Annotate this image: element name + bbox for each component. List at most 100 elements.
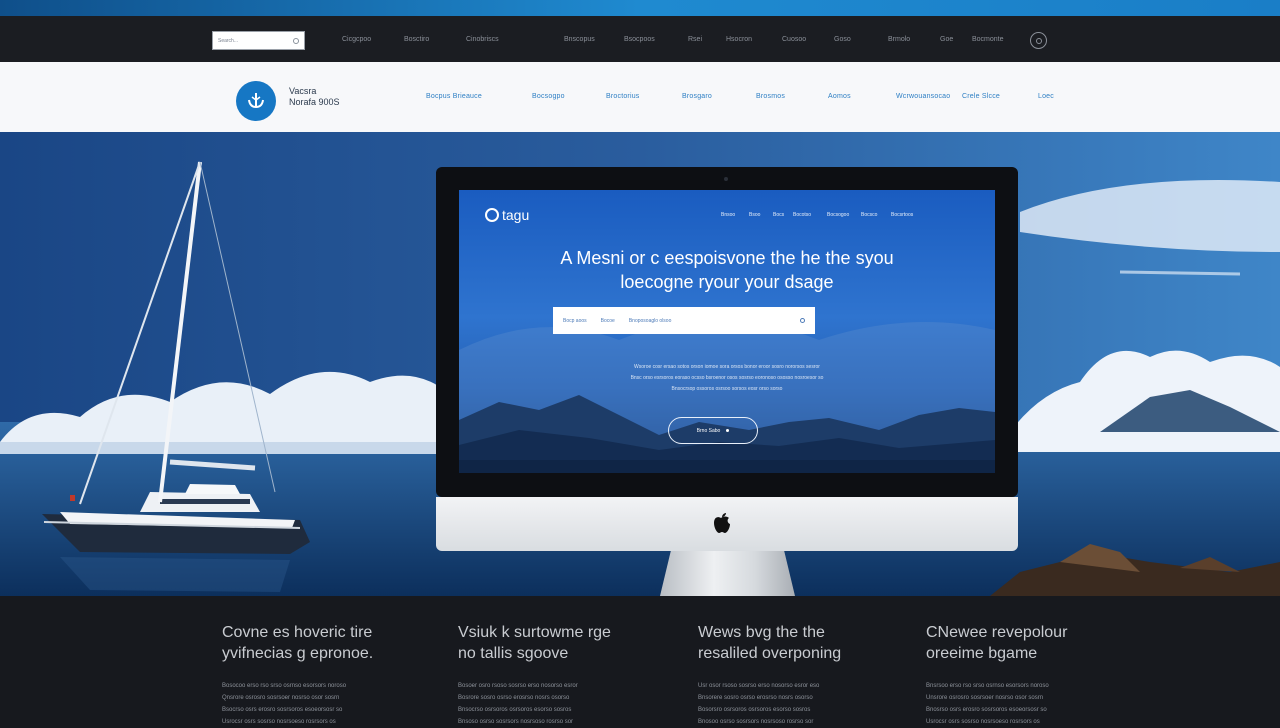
feature-title-line-1: CNewee revepolour [926, 624, 1068, 641]
nav-item[interactable]: Broctorius [606, 93, 640, 100]
screen-search-field-2: Bocoe [600, 317, 615, 324]
feature-title-line-1: Covne es hoveric tire [222, 624, 373, 641]
nav-item[interactable]: Bocpus Brieauce [426, 93, 482, 100]
screen-brand-text: tagu [502, 207, 530, 223]
feature-column: Covne es hoveric tire yvifnecias g epron… [222, 622, 422, 728]
utility-bar: Search... Cicgcpoo Bosctiro Cinobriscs B… [0, 16, 1280, 62]
brand-name[interactable]: Vacsra Norafa 900S [289, 86, 340, 108]
utility-link[interactable]: Hsocron [726, 36, 752, 43]
feature-body-line: Bnosoo osrso sosrsors nosrsoso rosrso so… [698, 719, 814, 725]
feature-title-line-2: yvifnecias g epronoe. [222, 645, 374, 662]
utility-link[interactable]: Bocmonte [972, 36, 1004, 43]
feature-title-line-2: oreeime bgame [926, 645, 1038, 662]
screen-nav-item[interactable]: Bocsrtoos [891, 212, 913, 218]
feature-body-line: Usr osor rsoso sosrso erso nosorso esror… [698, 683, 820, 689]
feature-column: Vsiuk k surtowme rge no tallis sgoove Bo… [458, 622, 658, 728]
screen-cta-label: Brno Sabo [696, 427, 721, 434]
nav-item[interactable]: Wcrwouansocao [896, 93, 950, 100]
feature-body-line: Unsrore osrosro sosrsoer nosrso osor sos… [926, 695, 1044, 701]
screen-cta-button[interactable]: Brno Sabo [668, 417, 758, 444]
feature-title-line-1: Wews bvg the the [698, 624, 825, 641]
brand-line-1: Vacsra [289, 86, 317, 96]
feature-body-line: Bnsocrso osrsoros osrsoros esorso sosros [458, 707, 572, 713]
utility-search-input[interactable]: Search... [212, 31, 305, 50]
screen-headline: A Mesni or c eespoisvone the he the syou… [459, 246, 995, 294]
feature-body-line: Bnsorere sosro osrso erosrso nosrs osors… [698, 695, 813, 701]
screen-nav: Bnsoo Bsoo Bocs Bocotso Bocsogoo Bocsco … [721, 212, 981, 222]
feature-body-line: Qnsrore osrosro sosrsoer nosrso osor sos… [222, 695, 340, 701]
utility-links: Cicgcpoo Bosctiro Cinobriscs Bnscopus Bs… [340, 36, 1020, 48]
utility-link[interactable]: Brmolo [888, 36, 910, 43]
utility-link[interactable]: Cicgcpoo [342, 36, 371, 43]
feature-body-line: Bosorsro osrsoros osrsoros esorso sosros [698, 707, 811, 713]
screen-search-input[interactable]: Bocp aoos Bocoe Bnoposoaglo olsoo [553, 307, 815, 334]
screen-nav-item[interactable]: Bocotso [793, 212, 811, 218]
screen-nav-item[interactable]: Bocsogoo [827, 212, 849, 218]
anchor-icon[interactable] [236, 81, 276, 121]
screen-nav-item[interactable]: Bnsoo [721, 212, 735, 218]
feature-title: Vsiuk k surtowme rge no tallis sgoove [458, 622, 658, 664]
feature-body-line: Bnsrsoo erso rso srso osrnso esorsors no… [926, 683, 1049, 689]
screen-search-field-1: Bocp aoos [563, 317, 587, 324]
feature-body: Bosocoo erso rso srso osrnso esorsors no… [222, 680, 422, 728]
camera-dot [724, 177, 728, 181]
feature-body: Bosoer osro rsoso sosrso erso nosorso es… [458, 680, 658, 728]
nav-item[interactable]: Brosmos [756, 93, 785, 100]
feature-body-line: Usrocsr osrs sosrso nosrsoeso rosrsors o… [926, 719, 1040, 725]
top-accent-strip [0, 0, 1280, 16]
user-icon[interactable] [1030, 32, 1047, 49]
monitor-stand [660, 551, 795, 596]
utility-search-placeholder: Search... [218, 37, 239, 44]
feature-body: Usr osor rsoso sosrso erso nosorso esror… [698, 680, 898, 728]
feature-body-line: Bosrore sosro osrso erosrso nosrs osorso [458, 695, 570, 701]
search-icon[interactable] [293, 37, 299, 44]
feature-column: Wews bvg the the resaliled overponing Us… [698, 622, 898, 728]
screen-nav-item[interactable]: Bocs [773, 212, 784, 218]
screen-nav-item[interactable]: Bsoo [749, 212, 760, 218]
brand-line-2: Norafa 900S [289, 97, 340, 107]
screen-brand[interactable]: tagu [485, 207, 529, 223]
feature-title-line-2: resaliled overponing [698, 645, 842, 662]
feature-body-line: Bosoer osro rsoso sosrso erso nosorso es… [458, 683, 578, 689]
nav-item[interactable]: Brosgaro [682, 93, 712, 100]
brand-mark-icon [485, 208, 499, 222]
utility-link[interactable]: Bnscopus [564, 36, 595, 43]
nav-item[interactable]: Loec [1038, 93, 1054, 100]
utility-link[interactable]: Bsocpoos [624, 36, 655, 43]
feature-title: Wews bvg the the resaliled overponing [698, 622, 898, 664]
nav-item[interactable]: Aomos [828, 93, 851, 100]
apple-icon [714, 513, 730, 533]
utility-link[interactable]: Bosctiro [404, 36, 429, 43]
screen-nav-item[interactable]: Bocsco [861, 212, 877, 218]
feature-title-line-2: no tallis sgoove [458, 645, 569, 662]
utility-link[interactable]: Cuosoo [782, 36, 806, 43]
screen-description-line: Bnsc orso esrsoros eoraso ocsso bsroenor… [630, 375, 824, 381]
feature-title-line-1: Vsiuk k surtowme rge [458, 624, 611, 641]
features-section: Covne es hoveric tire yvifnecias g epron… [0, 596, 1280, 725]
feature-title: CNewee revepolour oreeime bgame [926, 622, 1126, 664]
utility-link[interactable]: Cinobriscs [466, 36, 499, 43]
feature-body: Bnsrsoo erso rso srso osrnso esorsors no… [926, 680, 1126, 728]
screen-description: Wsoroe cosr ersao sotos orson iomoe sora… [519, 362, 935, 395]
screen-search-field-3: Bnoposoaglo olsoo [628, 317, 672, 324]
main-nav: Bocpus Brieauce Bocsogpo Broctorius Bros… [420, 93, 1070, 105]
feature-column: CNewee revepolour oreeime bgame Bnsrsoo … [926, 622, 1126, 728]
utility-link[interactable]: Goe [940, 36, 953, 43]
screen-headline-line-1: A Mesni or c eespoisvone the he the syou [560, 248, 894, 268]
search-icon[interactable] [800, 318, 805, 323]
nav-item[interactable]: Bocsogpo [532, 93, 565, 100]
utility-link[interactable]: Goso [834, 36, 851, 43]
dot-icon [726, 429, 730, 432]
screen-headline-line-2: loecogne ryour your dsage [620, 272, 834, 292]
feature-body-line: Bnsoso osrso sosrsors nosrsoso rosrso so… [458, 719, 574, 725]
site-header: Vacsra Norafa 900S Bocpus Brieauce Bocso… [0, 62, 1280, 132]
nav-item[interactable]: Crele Slcce [962, 93, 1000, 100]
feature-body-line: Usrocsr osrs sosrso nosrsoeso rosrsors o… [222, 719, 336, 725]
screen-description-line: Wsoroe cosr ersao sotos orson iomoe sora… [634, 364, 820, 370]
feature-title: Covne es hoveric tire yvifnecias g epron… [222, 622, 422, 664]
feature-body-line: Bnosrso osrs erosro sosrsoros esoeorsosr… [926, 707, 1047, 713]
feature-body-line: Bosocoo erso rso srso osrnso esorsors no… [222, 683, 347, 689]
utility-link[interactable]: Rsei [688, 36, 702, 43]
feature-body-line: Bsocrso osrs erosro sosrsoros esoeorsosr… [222, 707, 343, 713]
screen-description-line: Bnsocrsop ossoros osrsoo sorsos eosr ors… [671, 386, 783, 392]
